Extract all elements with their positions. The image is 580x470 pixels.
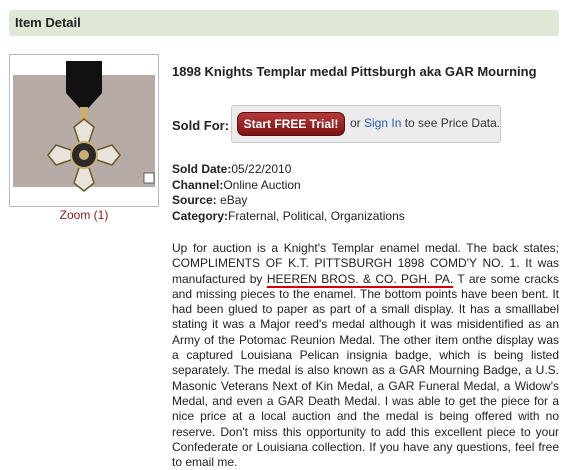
source-value: eBay [220, 193, 248, 207]
category-label: Category: [172, 208, 229, 223]
channel-row: Channel:Online Auction [172, 178, 405, 194]
sold-for-label: Sold For: [172, 118, 230, 133]
manufacturer-highlight: HEEREN BROS. & CO. PGH. PA. [266, 271, 454, 286]
sign-in-link[interactable]: Sign In [364, 116, 401, 130]
header-title: Item Detail [15, 15, 81, 30]
price-data-prompt: or Sign In to see Price Data. [350, 116, 500, 130]
source-label: Source: [172, 193, 217, 207]
item-title: 1898 Knights Templar medal Pittsburgh ak… [172, 64, 537, 79]
sold-date-row: Sold Date:05/22/2010 [172, 162, 405, 178]
sold-date-value: 05/22/2010 [231, 162, 292, 176]
sold-date-label: Sold Date: [172, 162, 232, 176]
category-value: Fraternal, Political, Organizations [228, 208, 405, 223]
item-detail-header: Item Detail [9, 10, 559, 36]
channel-label: Channel: [172, 177, 224, 192]
item-description: Up for auction is a Knight's Templar ena… [172, 241, 559, 470]
price-data-box: Start FREE Trial! or Sign In to see Pric… [231, 105, 501, 143]
description-text-2: T are some cracks and missing pieces to … [172, 271, 560, 470]
medal-photo [10, 55, 158, 206]
item-details: Sold Date:05/22/2010 Channel:Online Auct… [172, 162, 405, 224]
price-data-suffix: to see Price Data. [404, 116, 501, 130]
category-row: Category:Fraternal, Political, Organizat… [172, 209, 405, 225]
source-row: Source: eBay [172, 193, 405, 209]
item-image[interactable] [9, 54, 159, 207]
or-text: or [350, 116, 361, 130]
channel-value: Online Auction [223, 177, 301, 192]
start-free-trial-button[interactable]: Start FREE Trial! [237, 112, 345, 136]
zoom-link[interactable]: Zoom (1) [9, 208, 159, 222]
